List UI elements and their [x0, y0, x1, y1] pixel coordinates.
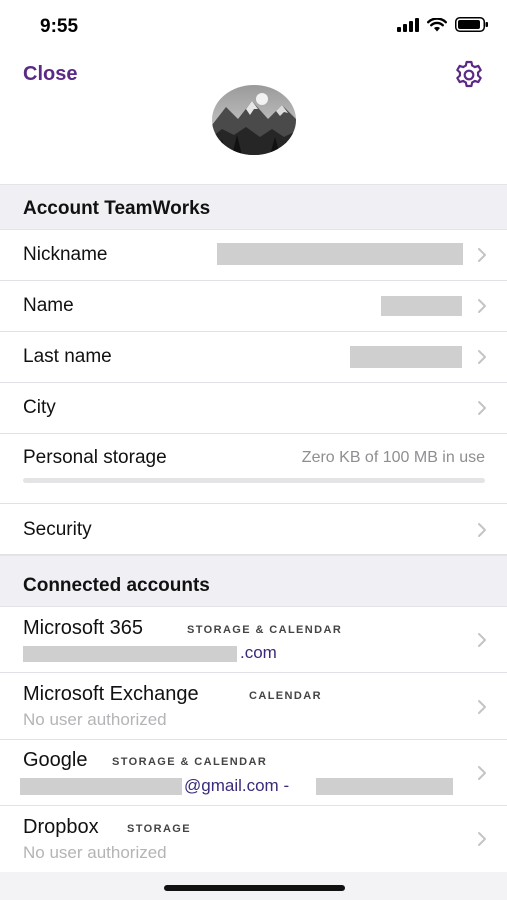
account-row-google[interactable]: Google STORAGE & CALENDAR @gmail.com - — [0, 740, 507, 806]
account-email: .com — [240, 643, 277, 662]
account-tag: CALENDAR — [249, 690, 322, 702]
account-status: No user authorized — [23, 710, 167, 729]
account-email-redacted — [20, 778, 182, 795]
account-name: Microsoft 365 — [23, 617, 144, 639]
chevron-right-icon — [478, 248, 486, 262]
security-row[interactable]: Security — [0, 505, 507, 555]
account-email-redacted — [23, 646, 237, 662]
profile-avatar[interactable] — [212, 85, 296, 155]
mountain-photo — [212, 85, 296, 155]
city-row[interactable]: City — [0, 383, 507, 434]
city-label: City — [23, 397, 56, 418]
chevron-right-icon — [478, 523, 486, 537]
account-email-redacted — [316, 778, 453, 795]
nickname-label: Nickname — [23, 244, 108, 265]
security-label: Security — [23, 519, 92, 540]
storage-usage-text: Zero KB of 100 MB in use — [301, 449, 485, 466]
chevron-right-icon — [478, 633, 486, 647]
cellular-signal-icon — [397, 17, 419, 32]
account-section-title: Account TeamWorks — [23, 198, 211, 219]
status-time: 9:55 — [40, 16, 79, 37]
settings-gear-icon[interactable] — [453, 59, 485, 91]
account-section-header: Account TeamWorks — [0, 184, 507, 230]
name-label: Name — [23, 295, 74, 316]
chevron-right-icon — [478, 299, 486, 313]
account-tag: STORAGE & CALENDAR — [187, 624, 343, 636]
battery-icon — [455, 17, 488, 32]
name-row[interactable]: Name — [0, 281, 507, 332]
last-name-row[interactable]: Last name — [0, 332, 507, 383]
account-tag: STORAGE — [127, 823, 191, 835]
personal-storage-row: Personal storage Zero KB of 100 MB in us… — [0, 434, 507, 504]
account-row-microsoft-365[interactable]: Microsoft 365 STORAGE & CALENDAR .com — [0, 607, 507, 673]
account-tag: STORAGE & CALENDAR — [112, 756, 268, 768]
close-button[interactable]: Close — [23, 63, 77, 86]
account-name: Microsoft Exchange — [23, 683, 199, 705]
nickname-value-redacted — [217, 243, 463, 265]
nickname-row[interactable]: Nickname — [0, 230, 507, 281]
status-icons — [397, 17, 489, 32]
last-name-label: Last name — [23, 346, 112, 367]
account-name: Dropbox — [23, 816, 99, 838]
chevron-right-icon — [478, 350, 486, 364]
chevron-right-icon — [478, 832, 486, 846]
account-status: No user authorized — [23, 843, 167, 862]
connected-accounts-header: Connected accounts — [0, 555, 507, 607]
name-value-redacted — [381, 296, 462, 316]
storage-progress-bar — [23, 478, 485, 483]
chevron-right-icon — [478, 700, 486, 714]
account-row-microsoft-exchange[interactable]: Microsoft Exchange CALENDAR No user auth… — [0, 673, 507, 740]
account-row-dropbox[interactable]: Dropbox STORAGE No user authorized — [0, 806, 507, 872]
account-name: Google — [23, 749, 88, 771]
personal-storage-label: Personal storage — [23, 447, 167, 468]
account-email: @gmail.com - — [184, 776, 290, 795]
status-bar: 9:55 — [0, 0, 507, 50]
connected-accounts-title: Connected accounts — [23, 575, 210, 596]
chevron-right-icon — [478, 766, 486, 780]
home-indicator[interactable] — [164, 885, 345, 891]
wifi-icon — [427, 17, 447, 31]
last-name-value-redacted — [350, 346, 462, 368]
chevron-right-icon — [478, 401, 486, 415]
